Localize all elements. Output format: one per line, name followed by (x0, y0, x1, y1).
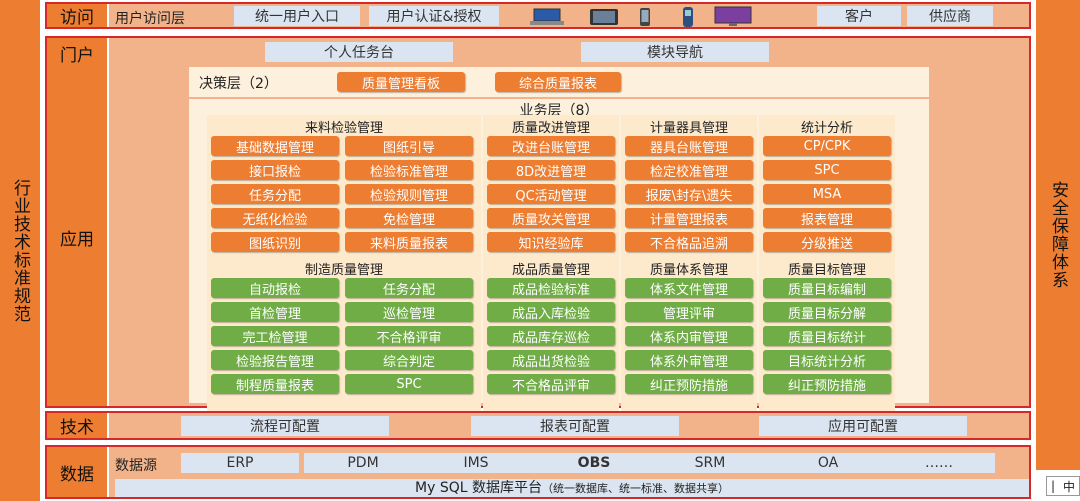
business-item: 目标统计分析 (763, 350, 891, 370)
data-source: IMS (417, 453, 535, 473)
business-item: 成品库存巡检 (487, 326, 615, 346)
data-source: ERP (181, 453, 299, 473)
database-platform-note: （统一数据库、统一标准、数据共享） (541, 482, 729, 495)
business-item: 自动报检 (211, 278, 339, 298)
business-item: 成品出货检验 (487, 350, 615, 370)
business-group-title: 制造质量管理 (304, 263, 383, 278)
access-layer-label: 访问 (47, 4, 109, 28)
portal-label: 门户 (47, 38, 109, 68)
auth-box: 用户认证&授权 (369, 6, 499, 26)
data-source: OA (765, 453, 891, 473)
database-platform-bar: My SQL 数据库平台（统一数据库、统一标准、数据共享） (115, 479, 1029, 497)
decision-item: 质量管理看板 (337, 72, 465, 92)
ime-indicator-separator: | (1050, 479, 1056, 493)
business-layer-panel: 业务层（8） 来料检验管理 基础数据管理 图纸引导 接口报检 检验标准管理 任务分配 检验规… (189, 99, 929, 416)
business-item: 不合格评审 (345, 326, 473, 346)
business-item: 纠正预防措施 (763, 374, 891, 394)
laptop-icon (530, 8, 564, 25)
supplier-box: 供应商 (907, 6, 993, 26)
tech-item: 应用可配置 (759, 416, 967, 436)
business-item: 任务分配 (345, 278, 473, 298)
data-source: …… (883, 453, 995, 473)
business-item: 质量目标统计 (763, 326, 891, 346)
data-source-label: 数据源 (115, 458, 157, 474)
data-source: PDM (304, 453, 422, 473)
tech-item: 流程可配置 (181, 416, 389, 436)
business-item: 质量目标编制 (763, 278, 891, 298)
business-item: SPC (345, 374, 473, 394)
customer-box: 客户 (817, 6, 901, 26)
tablet-icon (590, 9, 618, 25)
ime-indicator[interactable]: | 中 (1046, 476, 1080, 496)
security-system-sidebar: 安全保障体系 (1036, 0, 1080, 470)
business-row-2: 制造质量管理 自动报检 任务分配 首检管理 巡检管理 完工检管理 不合格评审 检验报告管理 综合… (189, 99, 929, 416)
unified-entry-box: 统一用户入口 (234, 6, 360, 26)
decision-item: 综合质量报表 (495, 72, 621, 92)
data-source: OBS (535, 453, 653, 473)
phone-icon (640, 8, 650, 26)
portal-application-layer: 门户 应用 个人任务台 模块导航 决策层（2） 质量管理看板 综合质量报表 业务… (45, 36, 1031, 416)
ime-indicator-language: 中 (1063, 479, 1076, 494)
handheld-scanner-icon (683, 7, 693, 27)
business-item: 体系文件管理 (625, 278, 753, 298)
data-label: 数据 (47, 447, 109, 497)
database-platform-name: My SQL 数据库平台 (415, 480, 542, 496)
industry-standards-sidebar: 行业技术标准规范 (0, 0, 40, 501)
decision-layer-panel: 决策层（2） 质量管理看板 综合质量报表 (189, 67, 929, 97)
business-item: 成品入库检验 (487, 302, 615, 322)
business-item: 纠正预防措施 (625, 374, 753, 394)
monitor-icon (714, 6, 752, 26)
business-item: 成品检验标准 (487, 278, 615, 298)
business-item: 综合判定 (345, 350, 473, 370)
business-item: 不合格品评审 (487, 374, 615, 394)
business-item: 完工检管理 (211, 326, 339, 346)
business-item: 体系内审管理 (625, 326, 753, 346)
business-group-title: 质量体系管理 (649, 263, 728, 278)
business-item: 首检管理 (211, 302, 339, 322)
data-layer: 数据 数据源 ERP PDM IMS OBS SRM OA …… My SQL … (45, 445, 1031, 499)
business-item: 质量目标分解 (763, 302, 891, 322)
technology-label: 技术 (47, 413, 109, 438)
data-source: SRM (651, 453, 769, 473)
decision-layer-title: 决策层（2） (199, 76, 278, 92)
module-nav-box: 模块导航 (581, 42, 769, 62)
business-group-title: 质量目标管理 (787, 263, 866, 278)
user-access-layer-text: 用户访问层 (115, 11, 185, 27)
business-item: 管理评审 (625, 302, 753, 322)
personal-task-box: 个人任务台 (265, 42, 453, 62)
technology-layer: 技术 流程可配置 报表可配置 应用可配置 (45, 411, 1031, 440)
business-item: 制程质量报表 (211, 374, 339, 394)
business-item: 巡检管理 (345, 302, 473, 322)
application-label: 应用 (47, 68, 109, 406)
business-item: 体系外审管理 (625, 350, 753, 370)
business-group-title: 成品质量管理 (511, 263, 590, 278)
tech-item: 报表可配置 (471, 416, 679, 436)
business-item: 检验报告管理 (211, 350, 339, 370)
access-layer: 访问 用户访问层 统一用户入口 用户认证&授权 客户 供应商 (45, 2, 1031, 29)
